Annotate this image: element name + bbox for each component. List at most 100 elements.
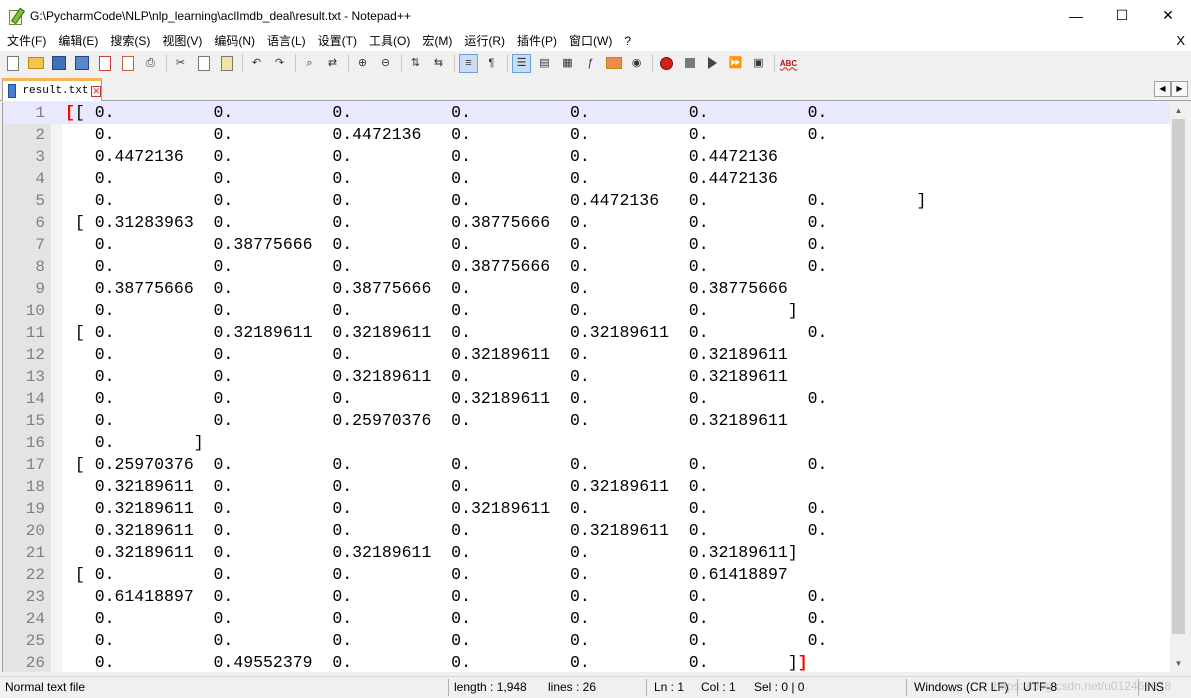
save-icon[interactable] [50,55,67,72]
editor-line[interactable]: 20 0.32189611 0. 0. 0. 0.32189611 0. 0. [3,520,1170,542]
editor-line[interactable]: 18 0.32189611 0. 0. 0. 0.32189611 0. [3,476,1170,498]
menu-run[interactable]: 运行(R) [457,31,510,51]
copy-icon[interactable] [195,55,212,72]
editor-line[interactable]: 26 0. 0.49552379 0. 0. 0. 0. ]] [3,652,1170,672]
line-number: 20 [25,522,45,540]
close-all-icon[interactable] [119,55,136,72]
menu-view[interactable]: 视图(V) [155,31,207,51]
minimize-button[interactable]: — [1053,0,1099,31]
editor-line[interactable]: 4 0. 0. 0. 0. 0. 0.4472136 [3,168,1170,190]
line-text: 0.32189611 0. 0. 0.32189611 0. 0. 0. [65,499,828,518]
menu-encoding[interactable]: 编码(N) [207,31,260,51]
menu-macro[interactable]: 宏(M) [415,31,457,51]
editor-line[interactable]: 14 0. 0. 0. 0.32189611 0. 0. 0. [3,388,1170,410]
replace-icon[interactable]: ⇄ [324,55,341,72]
editor-line[interactable]: 12 0. 0. 0. 0.32189611 0. 0.32189611 [3,344,1170,366]
line-text: [ 0.31283963 0. 0. 0.38775666 0. 0. 0. [65,213,828,232]
redo-icon[interactable]: ↷ [271,55,288,72]
line-text: 0.32189611 0. 0.32189611 0. 0. 0.3218961… [65,543,798,562]
sync-vertical-icon[interactable]: ⇅ [407,55,424,72]
editor-line[interactable]: 3 0.4472136 0. 0. 0. 0. 0.4472136 [3,146,1170,168]
line-text: 0.38775666 0. 0.38775666 0. 0. 0.3877566… [65,279,788,298]
close-icon[interactable] [96,55,113,72]
editor-line[interactable]: 8 0. 0. 0. 0.38775666 0. 0. 0. [3,256,1170,278]
play-macro-icon[interactable] [704,55,721,72]
scrollbar-thumb[interactable] [1172,119,1185,634]
menu-plugins[interactable]: 插件(P) [510,31,562,51]
editor-line[interactable]: 15 0. 0. 0.25970376 0. 0. 0.32189611 [3,410,1170,432]
editor-area[interactable]: 1 [[ 0. 0. 0. 0. 0. 0. 0. 2 0. 0. 0.447213… [2,102,1170,672]
line-text: [[ 0. 0. 0. 0. 0. 0. 0. [65,103,828,122]
editor-line[interactable]: 5 0. 0. 0. 0. 0.4472136 0. 0. ] [3,190,1170,212]
line-number: 25 [25,632,45,650]
menu-help[interactable]: ? [617,31,636,51]
vertical-scrollbar[interactable]: ▲ ▼ [1170,102,1187,672]
undo-icon[interactable]: ↶ [248,55,265,72]
tab-scroll-right-icon[interactable]: ▶ [1171,81,1188,97]
record-macro-icon[interactable] [658,55,675,72]
zoom-out-icon[interactable]: ⊖ [377,55,394,72]
open-file-icon[interactable] [27,55,44,72]
line-text: [ 0. 0.32189611 0.32189611 0. 0.32189611… [65,323,828,342]
cut-icon[interactable]: ✂ [172,55,189,72]
find-icon[interactable]: ⌕ [301,55,318,72]
play-multiple-icon[interactable]: ⏩ [727,55,744,72]
editor-line[interactable]: 24 0. 0. 0. 0. 0. 0. 0. [3,608,1170,630]
editor-line[interactable]: 6 [ 0.31283963 0. 0. 0.38775666 0. 0. 0. [3,212,1170,234]
tab-result-txt[interactable]: result.txt ✕ [2,78,102,101]
line-number: 4 [35,170,45,188]
editor-line[interactable]: 11 [ 0. 0.32189611 0.32189611 0. 0.32189… [3,322,1170,344]
menu-search[interactable]: 搜索(S) [103,31,155,51]
print-icon[interactable]: ⎙ [142,55,159,72]
editor-line[interactable]: 22 [ 0. 0. 0. 0. 0. 0.61418897 [3,564,1170,586]
scroll-down-icon[interactable]: ▼ [1170,655,1187,672]
editor-line[interactable]: 7 0. 0.38775666 0. 0. 0. 0. 0. [3,234,1170,256]
save-all-icon[interactable] [73,55,90,72]
paste-icon[interactable] [218,55,235,72]
tab-scroll-left-icon[interactable]: ◀ [1154,81,1171,97]
toolbar: ⎙ ✂ ↶ ↷ ⌕ ⇄ ⊕ ⊖ ⇅ ⇆ ≡ ¶ ☰ ▤ ▦ ƒ ◉ ⏩ ▣ AB… [0,51,1191,75]
close-window-button[interactable]: ✕ [1145,0,1191,31]
sync-horizontal-icon[interactable]: ⇆ [430,55,447,72]
menu-bar: 文件(F) 编辑(E) 搜索(S) 视图(V) 编码(N) 语言(L) 设置(T… [0,31,1191,51]
monitoring-icon[interactable]: ◉ [628,55,645,72]
editor-line[interactable]: 19 0.32189611 0. 0. 0.32189611 0. 0. 0. [3,498,1170,520]
menu-language[interactable]: 语言(L) [260,31,311,51]
close-document-button[interactable]: X [1176,31,1185,51]
word-wrap-icon[interactable]: ≡ [459,53,478,73]
maximize-button[interactable]: ☐ [1099,0,1145,31]
indent-guide-icon[interactable]: ☰ [512,53,531,73]
editor-line[interactable]: 23 0.61418897 0. 0. 0. 0. 0. 0. [3,586,1170,608]
editor-line[interactable]: 25 0. 0. 0. 0. 0. 0. 0. [3,630,1170,652]
menu-edit[interactable]: 编辑(E) [51,31,103,51]
menu-settings[interactable]: 设置(T) [311,31,362,51]
line-text: 0. 0. 0. 0.32189611 0. 0. 0. [65,389,828,408]
watermark: https://blog.csdn.net/u012468678 [993,679,1171,693]
udl-icon[interactable]: ▤ [536,55,553,72]
stop-record-icon[interactable] [681,55,698,72]
folder-workspace-icon[interactable] [605,55,622,72]
editor-line[interactable]: 13 0. 0. 0.32189611 0. 0. 0.32189611 [3,366,1170,388]
save-macro-icon[interactable]: ▣ [750,55,767,72]
show-all-chars-icon[interactable]: ¶ [483,55,500,72]
menu-window[interactable]: 窗口(W) [562,31,617,51]
new-file-icon[interactable] [4,55,21,72]
line-text: 0. 0. 0.4472136 0. 0. 0. 0. [65,125,828,144]
editor-line[interactable]: 10 0. 0. 0. 0. 0. 0. ] [3,300,1170,322]
scroll-up-icon[interactable]: ▲ [1170,102,1187,119]
menu-file[interactable]: 文件(F) [0,31,51,51]
function-list-icon[interactable]: ƒ [582,55,599,72]
editor-line[interactable]: 21 0.32189611 0. 0.32189611 0. 0. 0.3218… [3,542,1170,564]
zoom-in-icon[interactable]: ⊕ [354,55,371,72]
menu-tools[interactable]: 工具(O) [362,31,415,51]
editor-line[interactable]: 17 [ 0.25970376 0. 0. 0. 0. 0. 0. [3,454,1170,476]
doc-map-icon[interactable]: ▦ [559,55,576,72]
editor-line[interactable]: 9 0.38775666 0. 0.38775666 0. 0. 0.38775… [3,278,1170,300]
editor-line[interactable]: 2 0. 0. 0.4472136 0. 0. 0. 0. [3,124,1170,146]
editor-line[interactable]: 1 [[ 0. 0. 0. 0. 0. 0. 0. [3,102,1170,124]
line-number: 1 [35,104,45,122]
line-text: 0.61418897 0. 0. 0. 0. 0. 0. [65,587,828,606]
tab-close-icon[interactable]: ✕ [91,85,101,97]
spell-check-icon[interactable]: ABC [780,55,797,72]
editor-line[interactable]: 16 0. ] [3,432,1170,454]
